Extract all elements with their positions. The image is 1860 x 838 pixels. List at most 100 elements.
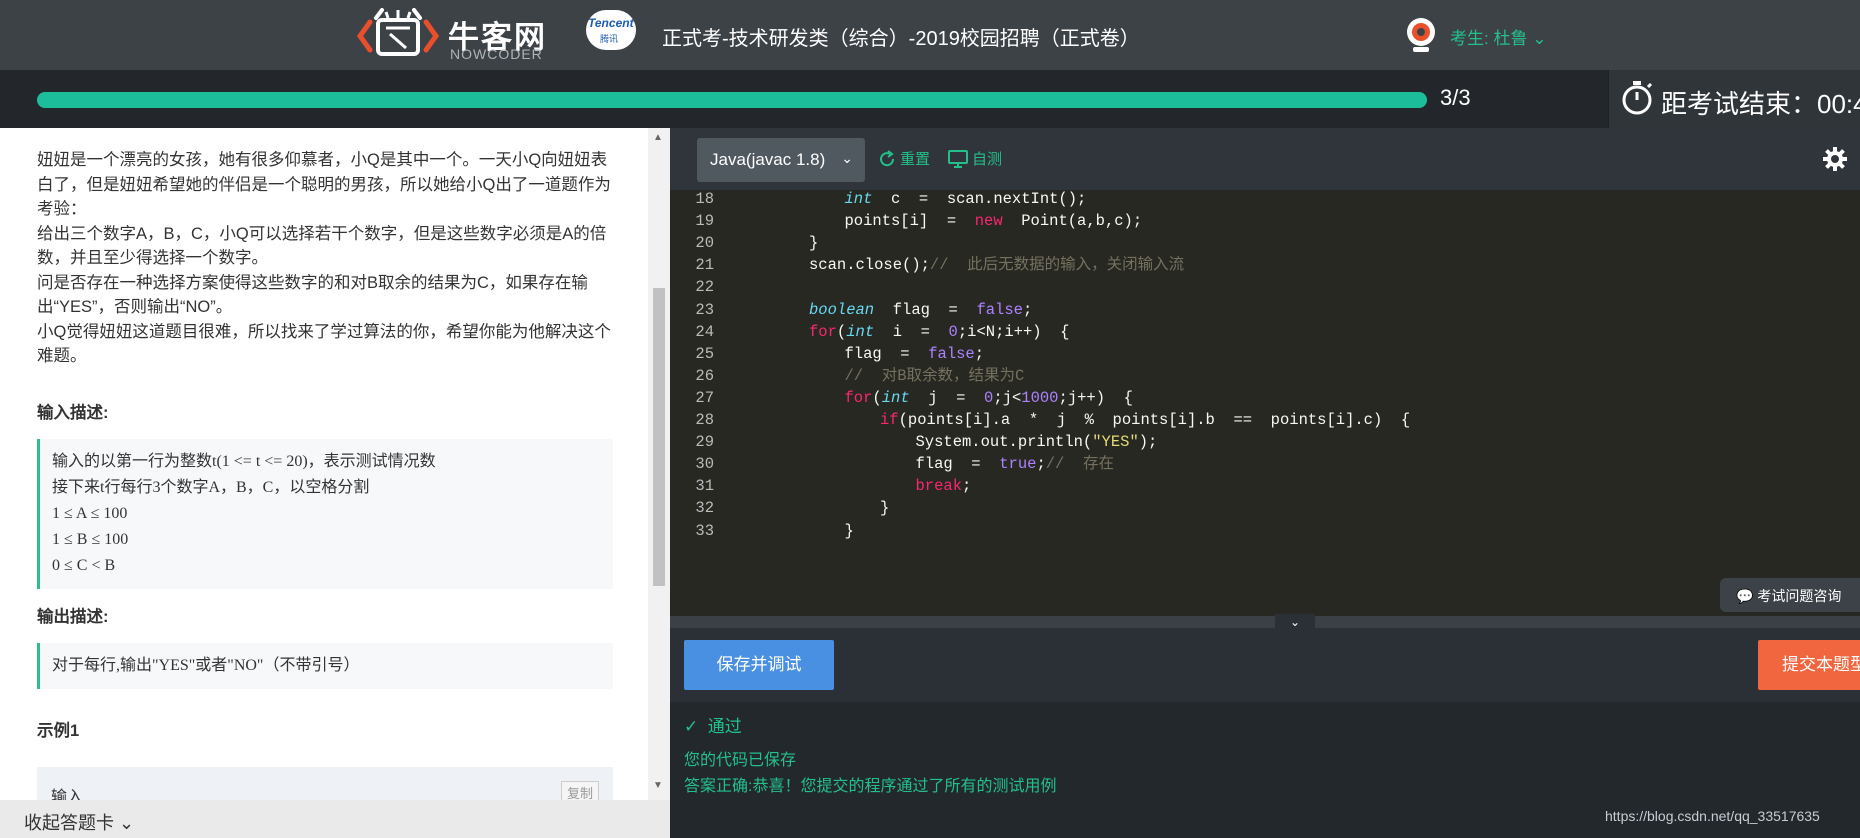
code-token: points[i] =	[844, 212, 975, 231]
code-token: j =	[909, 388, 985, 407]
code-token: break	[915, 477, 963, 496]
code-token: // 此后无数据的输入，关闭输入流	[929, 256, 1185, 275]
candidate-menu[interactable]: 考生: 杜鲁 ⌄	[1450, 24, 1546, 49]
question-content: 妞妞是一个漂亮的女孩，她有很多仰慕者，小Q是其中一个。一天小Q向妞妞表白了，但是…	[37, 148, 613, 811]
chevron-down-icon: ⌄	[1532, 29, 1547, 48]
logo-subtext: NOWCODER	[450, 46, 543, 62]
code-token: System.out.println(	[915, 433, 1093, 452]
output-line: 对于每行,输出"YES"或者"NO"（不带引号）	[52, 656, 360, 674]
chat-icon: 💬	[1736, 588, 1754, 604]
line-number: 33	[695, 521, 714, 540]
pass-status: ✓ 通过	[684, 712, 742, 737]
progress-area: 3/3	[0, 70, 1860, 128]
question-paragraph: 小Q觉得妞妞这道题目很难，所以找来了学过算法的你，希望你能为他解决这个难题。	[37, 322, 611, 366]
input-line: 输入的以第一行为整数t(1 <= t <= 20)，表示测试情况数	[52, 452, 436, 470]
nowcoder-logo-icon	[356, 8, 440, 56]
correct-message: 答案正确:恭喜！您提交的程序通过了所有的测试用例	[684, 778, 1057, 795]
scroll-thumb[interactable]	[653, 288, 665, 586]
submit-button[interactable]: 提交本题型	[1758, 640, 1860, 690]
tencent-logo: Tencent 腾讯	[586, 10, 636, 50]
editor-toolbar: Java(javac 1.8) ⌄ 重置 自测	[670, 128, 1860, 190]
example-title: 示例1	[37, 721, 80, 740]
code-token: ;	[962, 477, 972, 496]
code-token: int	[846, 322, 875, 341]
code-token: if	[880, 411, 899, 429]
code-token: (points[i].a * j % points[i].b == points…	[898, 411, 1411, 429]
save-and-debug-button[interactable]: 保存并调试	[684, 640, 834, 690]
code-token: ;i<N;i++) {	[957, 322, 1070, 341]
code-token: true	[999, 455, 1037, 474]
input-description: 输入的以第一行为整数t(1 <= t <= 20)，表示测试情况数 接下来t行每…	[37, 438, 613, 589]
editor-resize-bar[interactable]	[670, 616, 1860, 628]
code-token: );	[1138, 433, 1158, 452]
code-token: (	[872, 388, 882, 407]
countdown-timer: 距考试结束：00:4	[1608, 70, 1860, 128]
consult-label: 考试问题咨询	[1757, 588, 1842, 604]
input-line: 1 ≤ B ≤ 100	[52, 530, 129, 548]
input-line: 0 ≤ C < B	[52, 556, 116, 574]
code-token: for	[844, 388, 873, 407]
code-token: Point(a,b,c);	[1002, 212, 1143, 231]
self-test-label: 自测	[972, 151, 1003, 168]
code-text: }	[845, 518, 854, 544]
code-token: ;	[1022, 300, 1033, 319]
chevron-down-icon: ⌄	[119, 813, 135, 833]
code-token: new	[974, 212, 1003, 231]
collapse-answer-card-button[interactable]: 收起答题卡 ⌄	[0, 800, 670, 838]
watermark: https://blog.csdn.net/qq_33517635	[1605, 808, 1820, 824]
input-line: 1 ≤ A ≤ 100	[52, 504, 128, 522]
chevron-down-icon: ⌄	[841, 150, 853, 166]
code-line: 33}	[670, 518, 1860, 544]
language-value: Java(javac 1.8)	[710, 150, 826, 169]
code-token: "YES"	[1092, 433, 1139, 452]
tencent-logo-en: Tencent	[588, 16, 634, 30]
self-test-button[interactable]: 自测	[948, 148, 1002, 169]
collapse-label: 收起答题卡	[24, 813, 114, 833]
question-scrollbar[interactable]: ▲ ▼	[648, 128, 670, 800]
code-token: flag =	[915, 455, 1000, 474]
code-token: 1000	[1021, 388, 1059, 407]
output-description: 对于每行,输出"YES"或者"NO"（不带引号）	[37, 642, 613, 689]
reset-label: 重置	[900, 151, 931, 168]
progress-track	[37, 92, 1427, 108]
stopwatch-icon	[1622, 81, 1653, 115]
code-token: c = scan.nextInt();	[872, 190, 1087, 208]
language-select[interactable]: Java(javac 1.8) ⌄	[697, 138, 865, 182]
webcam-icon	[1407, 18, 1435, 52]
progress-fill	[37, 92, 1427, 108]
exam-title: 正式考-技术研发类（综合）-2019校园招聘（正式卷）	[662, 28, 1140, 50]
chevron-down-icon[interactable]: ⌄	[1275, 614, 1315, 630]
code-token: }	[809, 234, 819, 253]
code-token: }	[844, 521, 854, 540]
nowcoder-logo[interactable]: 牛客网 NOWCODER	[356, 8, 556, 64]
code-token: false	[928, 344, 975, 363]
code-token: false	[976, 300, 1023, 319]
candidate-name: 杜鲁	[1493, 29, 1528, 48]
tencent-logo-cn: 腾讯	[600, 34, 619, 44]
monitor-icon	[948, 150, 968, 168]
editor-panel: Java(javac 1.8) ⌄ 重置 自测 18 int c = scan.n…	[670, 128, 1860, 838]
reset-button[interactable]: 重置	[878, 148, 930, 169]
question-paragraph: 问是否存在一种选择方案使得这些数字的和对B取余的结果为C，如果存在输出“YES”…	[37, 273, 588, 317]
candidate-label: 考生:	[1450, 29, 1494, 48]
code-token: 0	[948, 322, 958, 341]
code-token: scan.close();	[809, 256, 930, 275]
code-token: flag =	[874, 300, 977, 319]
code-token: i =	[874, 322, 949, 341]
code-token: int	[844, 190, 873, 208]
progress-count: 3/3	[1440, 85, 1471, 110]
code-token: ;	[974, 344, 985, 363]
scroll-up-icon[interactable]: ▲	[653, 132, 663, 143]
exam-consult-button[interactable]: 💬 考试问题咨询	[1720, 578, 1860, 612]
code-token: (	[836, 322, 847, 341]
timer-label: 距考试结束：	[1661, 89, 1818, 119]
input-description-title: 输入描述:	[37, 403, 109, 422]
code-token: boolean	[809, 300, 875, 319]
code-token: ;	[1036, 455, 1046, 474]
gear-icon[interactable]	[1822, 146, 1848, 172]
code-token: // 存在	[1045, 455, 1114, 474]
refresh-icon	[880, 150, 895, 167]
input-line: 接下来t行每行3个数字A，B，C，以空格分割	[52, 478, 370, 496]
code-editor[interactable]: 18 int c = scan.nextInt(); 19 points[i] = n…	[670, 190, 1860, 616]
scroll-down-icon[interactable]: ▼	[653, 780, 663, 791]
